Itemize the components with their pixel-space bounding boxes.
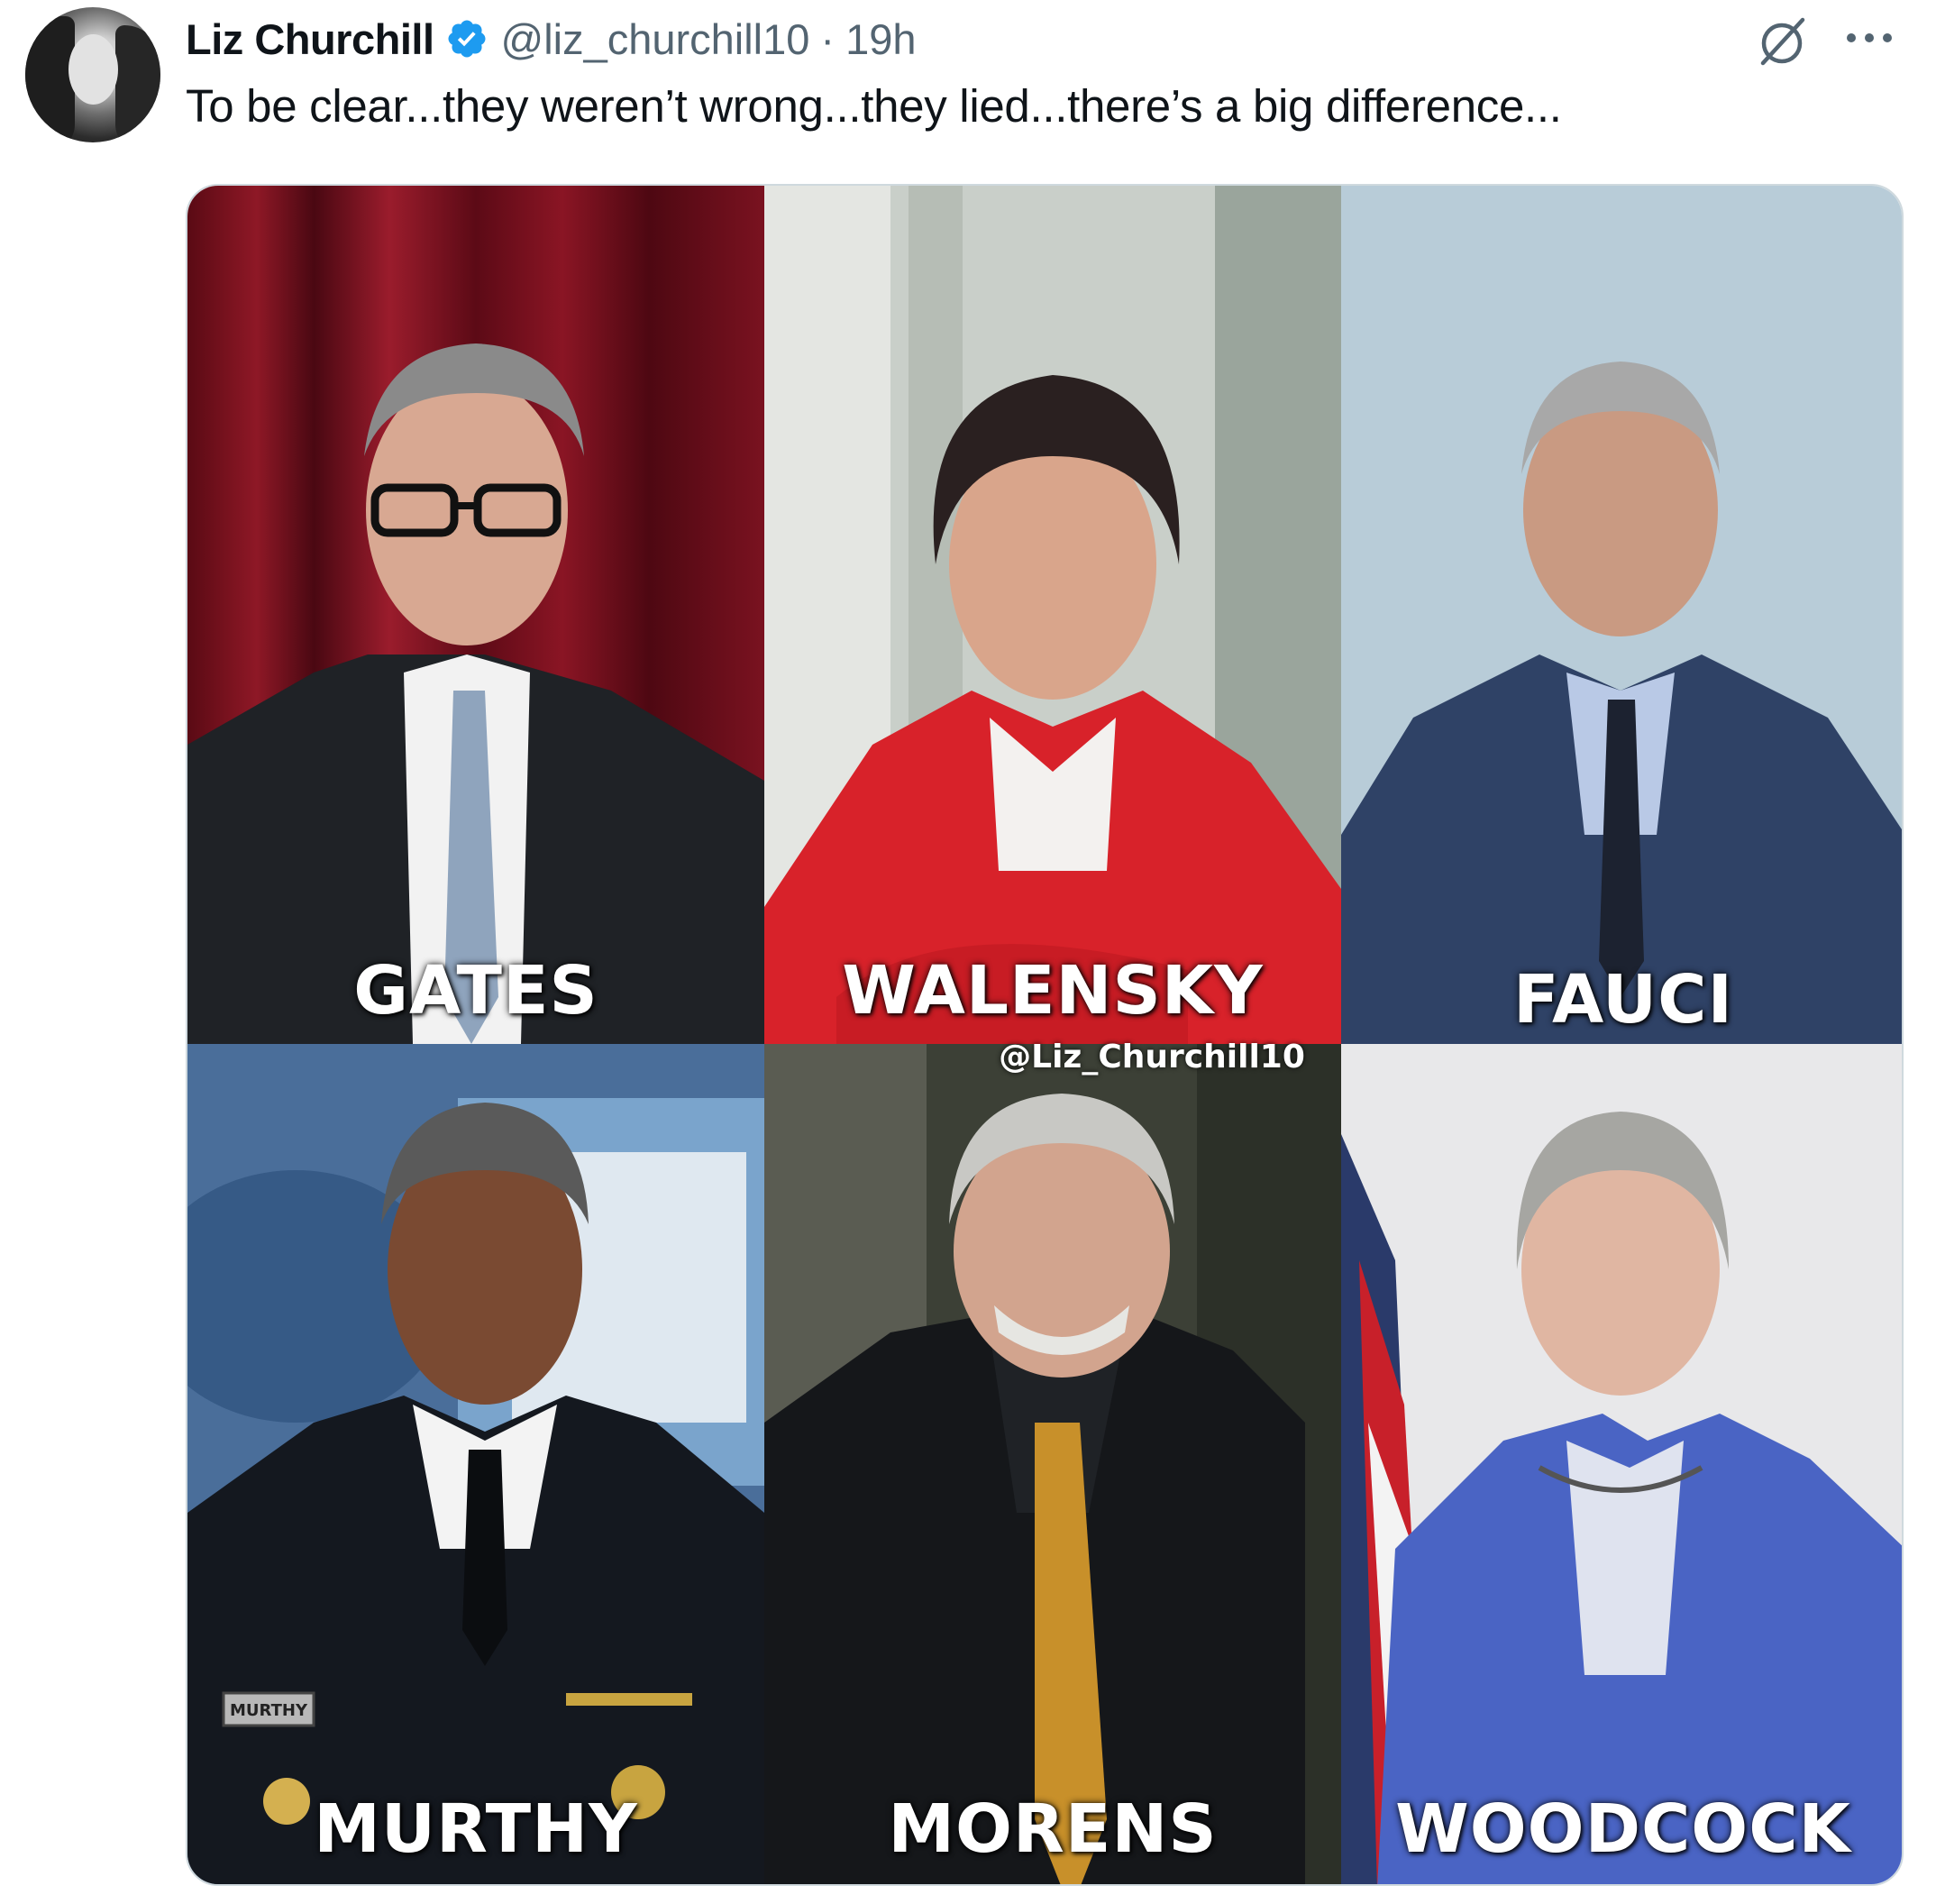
grok-icon[interactable] xyxy=(1752,13,1812,72)
avatar-face xyxy=(68,34,118,105)
author-handle[interactable]: @liz_churchill10 xyxy=(501,14,810,64)
tweet-image[interactable]: GATES WALENSKY FAUCI MURTHY MURTHY MOREN… xyxy=(186,184,1904,1886)
photo-tile-walensky: WALENSKY xyxy=(764,186,1341,1044)
tweet-header: Liz Churchill @liz_churchill10 · 19h xyxy=(186,11,917,67)
photo-tile-gates: GATES xyxy=(187,186,764,1044)
name-badge-text: MURTHY xyxy=(230,1701,308,1720)
portrait-morens xyxy=(764,1044,1341,1884)
portrait-murthy: MURTHY xyxy=(187,1044,764,1884)
avatar-hair-left xyxy=(25,16,75,142)
tweet[interactable]: Liz Churchill @liz_churchill10 · 19h To … xyxy=(0,0,1936,1904)
tile-label-woodcock: WOODCOCK xyxy=(1395,1790,1851,1868)
avatar-hair-right xyxy=(115,25,160,142)
photo-tile-fauci: FAUCI xyxy=(1341,186,1902,1044)
tile-label-fauci: FAUCI xyxy=(1513,961,1733,1039)
post-time[interactable]: 19h xyxy=(845,14,916,64)
portrait-woodcock xyxy=(1341,1044,1902,1884)
photo-tile-morens: MORENS xyxy=(764,1044,1341,1884)
author-name[interactable]: Liz Churchill xyxy=(186,14,434,64)
author-avatar[interactable] xyxy=(25,7,160,142)
portrait-walensky xyxy=(764,186,1341,1044)
more-options-icon[interactable] xyxy=(1842,27,1896,49)
tile-label-gates: GATES xyxy=(353,952,598,1030)
tweet-text: To be clear...they weren’t wrong...they … xyxy=(186,80,1562,132)
header-separator: · xyxy=(820,14,836,63)
verified-badge-icon xyxy=(448,20,485,58)
tile-label-morens: MORENS xyxy=(888,1790,1218,1868)
photo-tile-murthy: MURTHY MURTHY xyxy=(187,1044,764,1884)
tile-label-walensky: WALENSKY xyxy=(842,952,1264,1030)
portrait-gates xyxy=(187,186,764,1044)
image-watermark: @Liz_Churchill10 xyxy=(999,1039,1305,1076)
photo-tile-woodcock: WOODCOCK xyxy=(1341,1044,1902,1884)
tile-label-murthy: MURTHY xyxy=(314,1790,638,1868)
portrait-fauci xyxy=(1341,186,1902,1044)
